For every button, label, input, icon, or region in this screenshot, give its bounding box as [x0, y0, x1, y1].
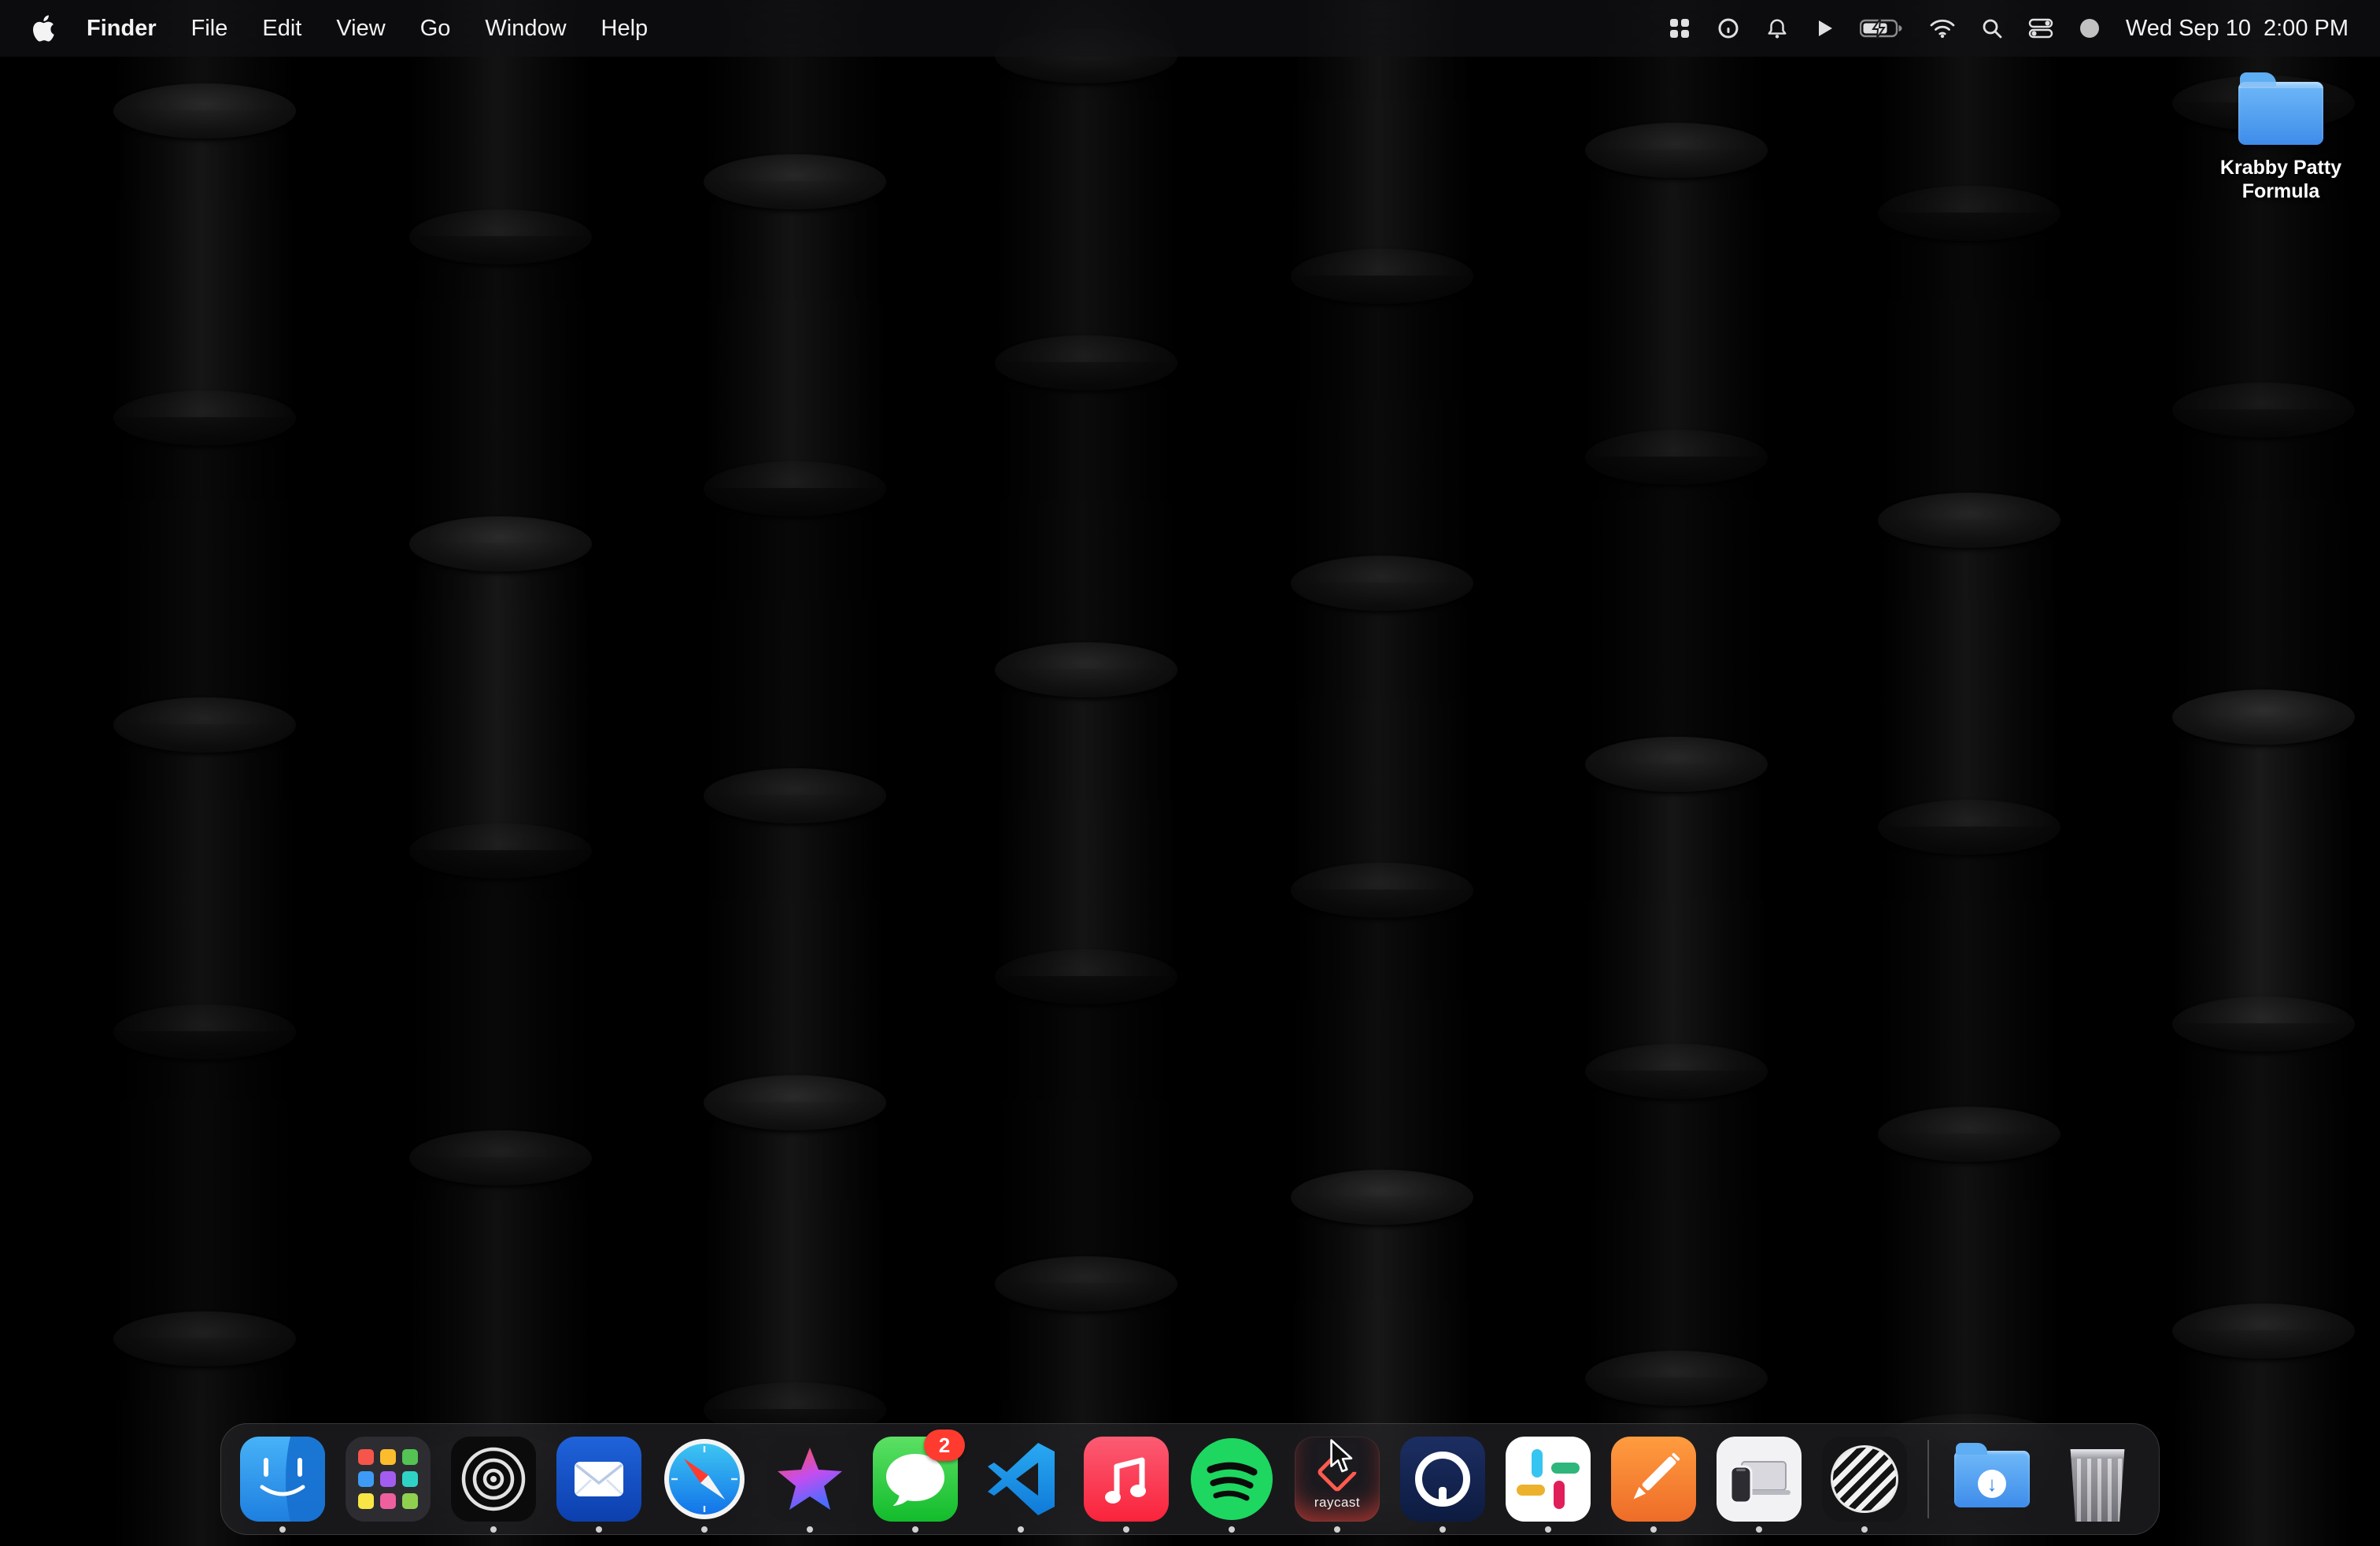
ring-icon[interactable]	[1717, 17, 1740, 40]
apple-menu-icon[interactable]	[31, 15, 55, 42]
finder-icon	[240, 1437, 325, 1522]
concentric-circles-icon	[451, 1437, 536, 1522]
menu-clock[interactable]: Wed Sep 10 2:00 PM	[2126, 16, 2349, 42]
dock-item-striped-disc-app[interactable]	[1822, 1437, 1907, 1522]
running-indicator	[912, 1526, 918, 1533]
running-indicator	[807, 1526, 813, 1533]
download-arrow-icon: ↓	[1978, 1470, 2006, 1498]
clock-time: 2:00 PM	[2264, 16, 2349, 42]
running-indicator	[1861, 1526, 1868, 1533]
running-indicator	[1650, 1526, 1657, 1533]
running-indicator	[1545, 1526, 1551, 1533]
control-center-icon[interactable]	[2028, 18, 2053, 39]
running-indicator	[279, 1526, 286, 1533]
slack-icon	[1506, 1437, 1591, 1522]
dock-item-music[interactable]	[1084, 1437, 1169, 1522]
dock-separator	[1927, 1440, 1929, 1518]
pencil-app-icon	[1611, 1437, 1696, 1522]
menu-item-window[interactable]: Window	[485, 16, 566, 42]
clock-date: Wed Sep 10	[2126, 16, 2251, 42]
running-indicator	[1334, 1526, 1340, 1533]
menu-item-edit[interactable]: Edit	[262, 16, 301, 42]
dock-item-messages[interactable]: 2	[873, 1437, 958, 1522]
messages-icon: 2	[873, 1437, 958, 1522]
desktop-folder-krabby-patty[interactable]: Krabby Patty Formula	[2193, 82, 2369, 203]
running-indicator	[1123, 1526, 1129, 1533]
trash-icon	[2055, 1437, 2140, 1522]
star-app-icon	[767, 1437, 852, 1522]
menu-bar: Finder File Edit View Go Window Help	[0, 0, 2380, 57]
music-icon	[1084, 1437, 1169, 1522]
dock-item-1password[interactable]	[1400, 1437, 1485, 1522]
battery-charging-icon[interactable]	[1860, 18, 1904, 39]
menu-item-view[interactable]: View	[336, 16, 385, 42]
safari-icon	[662, 1437, 747, 1522]
running-indicator	[1018, 1526, 1024, 1533]
running-indicator	[1229, 1526, 1235, 1533]
running-indicator	[596, 1526, 602, 1533]
dock-item-safari[interactable]	[662, 1437, 747, 1522]
1password-icon	[1400, 1437, 1485, 1522]
menu-item-file[interactable]: File	[191, 16, 228, 42]
menu-app-name[interactable]: Finder	[87, 16, 157, 42]
status-circle-icon[interactable]	[2079, 17, 2101, 39]
dock-item-vscode[interactable]	[978, 1437, 1063, 1522]
launchpad-icon	[346, 1437, 431, 1522]
mail-icon	[556, 1437, 641, 1522]
dock-item-star-app[interactable]	[767, 1437, 852, 1522]
raycast-wordmark: raycast	[1314, 1495, 1360, 1511]
spotlight-search-icon[interactable]	[1981, 17, 2003, 39]
apps-grid-icon[interactable]	[1668, 17, 1691, 40]
dock-item-launchpad[interactable]	[346, 1437, 431, 1522]
vscode-icon	[978, 1437, 1063, 1522]
dock-item-downloads[interactable]: ↓	[1949, 1437, 2034, 1522]
wifi-icon[interactable]	[1929, 18, 1956, 39]
dock-item-slack[interactable]	[1506, 1437, 1591, 1522]
running-indicator	[1756, 1526, 1762, 1533]
spotify-icon	[1189, 1437, 1274, 1522]
play-icon[interactable]	[1814, 18, 1835, 39]
dock-item-mail[interactable]	[556, 1437, 641, 1522]
running-indicator	[1439, 1526, 1446, 1533]
iphone-mirroring-icon	[1717, 1437, 1802, 1522]
menu-item-go[interactable]: Go	[420, 16, 451, 42]
dock-item-concentric-circles-app[interactable]	[451, 1437, 536, 1522]
downloads-folder-icon: ↓	[1949, 1437, 2034, 1522]
menu-item-help[interactable]: Help	[601, 16, 649, 42]
dock-item-spotify[interactable]	[1189, 1437, 1274, 1522]
desktop-folder-label: Krabby Patty Formula	[2214, 156, 2348, 203]
striped-disc-icon	[1822, 1437, 1907, 1522]
desktop-wallpaper	[0, 0, 2380, 1546]
folder-icon	[2238, 82, 2323, 145]
messages-unread-badge: 2	[924, 1429, 965, 1461]
mouse-cursor	[1329, 1439, 1360, 1475]
dock-item-finder[interactable]	[240, 1437, 325, 1522]
running-indicator	[490, 1526, 497, 1533]
bell-icon[interactable]	[1765, 17, 1789, 40]
running-indicator	[701, 1526, 708, 1533]
dock-item-iphone-mirroring[interactable]	[1717, 1437, 1802, 1522]
dock-item-pencil-app[interactable]	[1611, 1437, 1696, 1522]
dock-item-trash[interactable]	[2055, 1437, 2140, 1522]
dock: 2	[220, 1423, 2160, 1535]
